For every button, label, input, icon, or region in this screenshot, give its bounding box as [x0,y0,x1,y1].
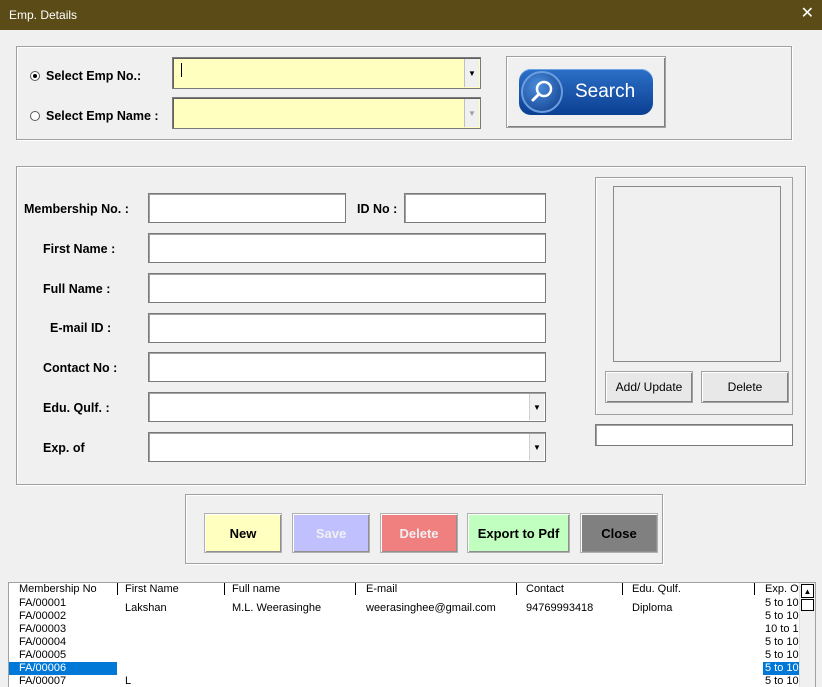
add-update-photo-button[interactable]: Add/ Update [605,371,693,403]
delete-photo-button[interactable]: Delete [701,371,789,403]
edu-label: Edu. Qulf. : [43,401,110,415]
chevron-down-icon[interactable]: ▼ [529,434,544,460]
emp-no-radio-row[interactable]: Select Emp No.: [30,69,141,83]
col-exp: Exp. Of [765,583,802,595]
membership-label: Membership No. : [24,202,129,216]
edu-select[interactable]: ▼ [148,392,546,422]
magnifier-icon [521,71,563,113]
emp-name-label: Select Emp Name : [46,109,159,123]
emp-no-label: Select Emp No.: [46,69,142,83]
full-name-label: Full Name : [43,282,111,296]
search-button-pill: Search [519,69,653,115]
first-name-label: First Name : [43,242,116,256]
title-bar: Emp. Details ✕ [0,0,822,30]
chevron-down-icon[interactable]: ▼ [464,59,479,87]
cell-membership: FA/00001 [19,597,67,609]
cell-exp: 5 to 10 [765,662,799,674]
cell-first: L [125,675,132,687]
search-button-label: Search [575,81,636,102]
window-title: Emp. Details [9,8,78,22]
cell-membership: FA/00003 [19,623,67,635]
photo-frame: Add/ Update Delete [595,177,793,415]
col-first-name: First Name [125,583,179,595]
cell-exp: 5 to 10 [765,610,799,622]
chevron-down-icon[interactable]: ▼ [464,99,479,127]
table-row[interactable]: FA/00004 5 to 10 [9,636,815,649]
contact-label: Contact No : [43,361,118,375]
cell-membership: FA/00005 [19,649,67,661]
chevron-down-icon[interactable]: ▼ [529,394,544,420]
contact-field[interactable] [148,352,546,382]
emp-name-radio-row[interactable]: Select Emp Name : [30,109,159,123]
id-label: ID No : [357,202,398,216]
search-button[interactable]: Search [506,56,666,128]
exp-label: Exp. of [43,441,85,455]
table-row[interactable]: FA/00006 5 to 10 [9,662,815,675]
id-field[interactable] [404,193,546,223]
save-button[interactable]: Save [292,513,370,553]
cell-membership: FA/00002 [19,610,67,622]
close-button[interactable]: Close [580,513,658,553]
col-full-name: Full name [232,583,281,595]
cell-exp: 5 to 10 [765,649,799,661]
table-row[interactable]: FA/00002 5 to 10 [9,610,815,623]
col-contact: Contact [526,583,564,595]
export-pdf-button[interactable]: Export to Pdf [467,513,570,553]
email-label: E-mail ID : [50,321,112,335]
list-header: Membership No First Name Full name E-mai… [9,583,815,597]
cell-exp: 5 to 10 [765,675,799,687]
table-row[interactable]: FA/00005 5 to 10 [9,649,815,662]
scroll-thumb[interactable] [801,599,814,611]
email-field[interactable] [148,313,546,343]
scroll-up-icon[interactable]: ▲ [801,584,814,598]
membership-field[interactable] [148,193,346,223]
cell-membership: FA/00006 [19,662,67,674]
table-row[interactable]: FA/00001 Lakshan M.L. Weerasinghe weerasing… [9,597,815,614]
cell-membership: FA/00007 [19,675,67,687]
exp-select[interactable]: ▼ [148,432,546,462]
delete-button[interactable]: Delete [380,513,458,553]
cell-exp: 5 to 10 [765,636,799,648]
photo-path-field[interactable] [595,424,793,446]
emp-no-radio[interactable] [30,71,40,81]
close-icon[interactable]: ✕ [801,4,814,24]
table-row[interactable]: FA/00007 L 5 to 10 [9,675,815,687]
emp-name-radio[interactable] [30,111,40,121]
col-membership: Membership No [19,583,97,595]
photo-placeholder [613,186,781,362]
cell-exp: 5 to 10 [765,597,799,609]
first-name-field[interactable] [148,233,546,263]
list-scrollbar[interactable]: ▲ [799,583,815,687]
new-button[interactable]: New [204,513,282,553]
cell-membership: FA/00004 [19,636,67,648]
text-caret [181,63,182,77]
col-edu: Edu. Qulf. [632,583,681,595]
window-body: Select Emp No.: ▼ Select Emp Name : ▼ Se… [0,30,822,687]
full-name-field[interactable] [148,273,546,303]
col-email: E-mail [366,583,398,595]
cell-exp: 10 to 1 [765,623,799,635]
table-row[interactable]: FA/00003 10 to 1 [9,623,815,636]
employee-list[interactable]: Membership No First Name Full name E-mai… [8,582,816,687]
emp-name-combo[interactable]: ▼ [172,97,481,129]
emp-no-combo[interactable]: ▼ [172,57,481,89]
